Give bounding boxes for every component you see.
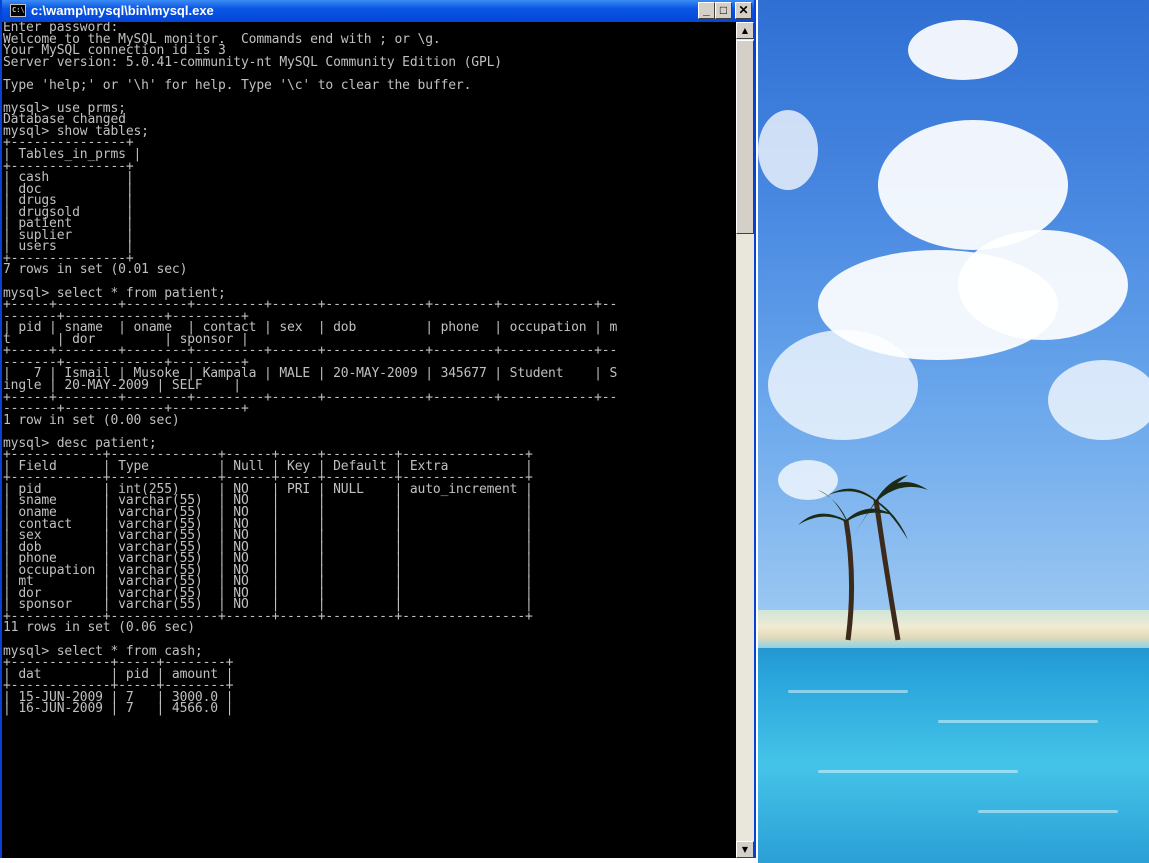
close-button[interactable]: ✕ (735, 2, 752, 19)
console-line: | 16-JUN-2009 | 7 | 4566.0 | (3, 701, 234, 717)
palm-trees (798, 475, 928, 641)
console-output-area[interactable]: Enter password: Welcome to the MySQL mon… (2, 22, 736, 858)
title-bar[interactable]: C:\ c:\wamp\mysql\bin\mysql.exe _ □ ✕ (2, 0, 754, 22)
console-text: Enter password: Welcome to the MySQL mon… (2, 22, 736, 715)
scroll-down-button[interactable]: ▼ (736, 841, 754, 858)
maximize-button[interactable]: □ (715, 2, 732, 19)
window-title: c:\wamp\mysql\bin\mysql.exe (31, 3, 214, 18)
console-icon[interactable]: C:\ (10, 4, 26, 17)
scroll-up-button[interactable]: ▲ (736, 22, 754, 39)
console-line: 11 rows in set (0.06 sec) (3, 620, 195, 636)
vertical-scrollbar[interactable]: ▲ ▼ (736, 22, 754, 858)
minimize-button[interactable]: _ (698, 2, 715, 19)
console-line: Server version: 5.0.41-community-nt MySQ… (3, 54, 502, 70)
desktop-wallpaper (758, 0, 1149, 863)
console-line: 7 rows in set (0.01 sec) (3, 262, 188, 278)
scroll-thumb[interactable] (736, 40, 754, 234)
console-line: 1 row in set (0.00 sec) (3, 412, 180, 428)
console-window: C:\ c:\wamp\mysql\bin\mysql.exe _ □ ✕ En… (0, 0, 756, 858)
console-line: Type 'help;' or '\h' for help. Type '\c'… (3, 77, 472, 93)
